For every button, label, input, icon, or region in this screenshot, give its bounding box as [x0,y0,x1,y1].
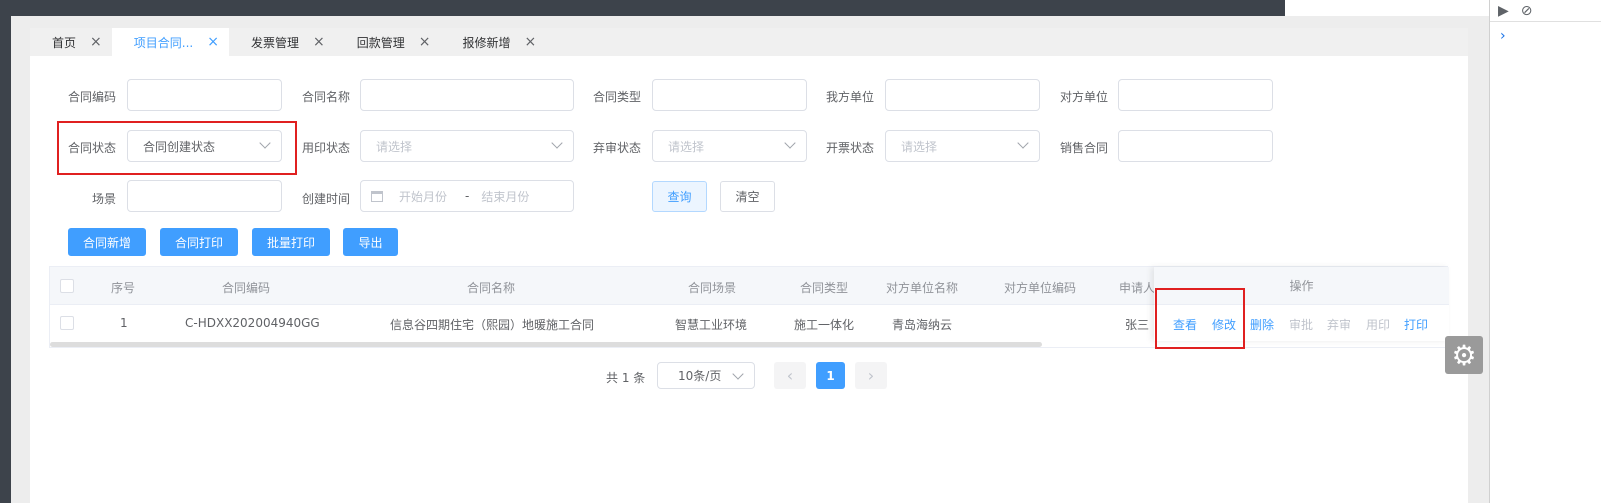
select-all-checkbox[interactable] [60,279,74,293]
tab-home[interactable]: 首页 × [30,28,112,56]
header-scene: 合同场景 [688,281,737,295]
play-icon[interactable]: ▶ [1498,3,1509,19]
select-placeholder: 请选择 [901,139,938,154]
add-contract-button[interactable]: 合同新增 [68,228,146,256]
devtools-toolbar: ▶ ⊘ [1490,0,1601,22]
chevron-down-icon [1017,137,1029,149]
calendar-icon [371,190,383,202]
header-counter-name: 对方单位名称 [886,281,959,295]
header-index: 序号 [111,281,136,295]
start-month-placeholder: 开始月份 [399,189,448,204]
query-button[interactable]: 查询 [652,181,707,212]
scene-input[interactable] [127,180,282,212]
range-separator: - [465,189,470,203]
prev-page-button[interactable]: ‹ [774,362,806,389]
row-type: 施工一体化 [794,318,855,332]
contract-type-input[interactable] [652,79,807,111]
page-size-value: 10条/页 [678,369,722,383]
create-time-range[interactable]: 开始月份 - 结束月份 [360,180,574,212]
seal-status-select[interactable]: 请选择 [360,130,574,162]
horizontal-scrollbar[interactable] [50,342,1042,347]
row-index: 1 [120,316,128,330]
tab-project-contract[interactable]: 项目合同... × [111,28,229,56]
chevron-down-icon [784,137,796,149]
next-page-button[interactable]: › [855,362,887,389]
contract-name-label: 合同名称 [302,90,351,104]
invoice-status-select[interactable]: 请选择 [885,130,1040,162]
tab-payment[interactable]: 回款管理 × [335,28,441,56]
row-name: 信息谷四期住宅（熙园）地暖施工合同 [390,318,595,332]
highlight-box-ops [1155,288,1245,349]
tab-label: 报修新增 [462,35,511,50]
header-code: 合同编码 [222,281,271,295]
left-sidebar-strip [0,16,11,503]
abandon-status-label: 弃审状态 [593,141,642,155]
block-icon[interactable]: ⊘ [1521,3,1533,19]
row-checkbox[interactable] [60,316,74,330]
tab-label: 项目合同... [133,35,194,50]
close-icon[interactable]: × [207,34,219,50]
batch-print-button[interactable]: 批量打印 [252,228,330,256]
tab-label: 首页 [52,35,77,50]
our-unit-input[interactable] [885,79,1040,111]
select-placeholder: 请选择 [668,139,705,154]
contract-type-label: 合同类型 [593,90,642,104]
tab-label: 回款管理 [356,35,405,50]
print-contract-button[interactable]: 合同打印 [160,228,238,256]
our-unit-label: 我方单位 [826,90,875,104]
counter-unit-label: 对方单位 [1060,90,1109,104]
scene-label: 场景 [92,192,117,206]
contract-code-input[interactable] [127,79,282,111]
contract-code-label: 合同编码 [68,90,117,104]
seal-link: 用印 [1366,318,1391,332]
settings-gear-icon[interactable]: ⚙ [1445,336,1483,374]
sales-contract-input[interactable] [1118,130,1273,162]
tab-label: 发票管理 [250,35,299,50]
page-1-button[interactable]: 1 [816,362,845,389]
contract-name-input[interactable] [360,79,574,111]
chevron-down-icon [551,137,563,149]
console-caret-icon: › [1500,28,1506,44]
pagination-total: 共 1 条 [606,371,646,385]
header-counter-code: 对方单位编码 [1004,281,1077,295]
row-code: C-HDXX202004940GG [185,316,320,330]
row-scene: 智慧工业环境 [675,318,748,332]
tab-repair-add[interactable]: 报修新增 × [440,28,546,56]
sales-contract-label: 销售合同 [1060,141,1109,155]
header-applicant: 申请人 [1119,281,1156,295]
export-button[interactable]: 导出 [343,228,398,256]
row-applicant: 张三 [1125,318,1150,332]
page-size-select[interactable]: 10条/页 [657,362,755,389]
chevron-down-icon [732,368,744,380]
end-month-placeholder: 结束月份 [481,189,530,204]
devtools-panel: ▶ ⊘ › [1489,0,1601,503]
row-counter-name: 青岛海纳云 [892,318,953,332]
abandon-status-select[interactable]: 请选择 [652,130,807,162]
counter-unit-input[interactable] [1118,79,1273,111]
header-name: 合同名称 [467,281,516,295]
highlight-box-status [57,121,297,175]
print-link[interactable]: 打印 [1404,316,1428,333]
invoice-status-label: 开票状态 [826,141,875,155]
abandon-link: 弃审 [1327,318,1352,332]
delete-link[interactable]: 删除 [1250,316,1274,333]
close-icon[interactable]: × [419,34,431,50]
top-header-bar [0,0,1285,16]
create-time-label: 创建时间 [302,192,351,206]
tab-invoice[interactable]: 发票管理 × [229,28,335,56]
close-icon[interactable]: × [524,34,536,50]
approve-link: 审批 [1289,318,1314,332]
select-placeholder: 请选择 [376,139,413,154]
seal-status-label: 用印状态 [302,141,351,155]
close-icon[interactable]: × [90,34,102,50]
tab-bar: 首页 × 项目合同... × 发票管理 × 回款管理 × 报修新增 × [30,28,1468,56]
header-type: 合同类型 [800,281,849,295]
close-icon[interactable]: × [313,34,325,50]
clear-button[interactable]: 清空 [720,181,775,212]
